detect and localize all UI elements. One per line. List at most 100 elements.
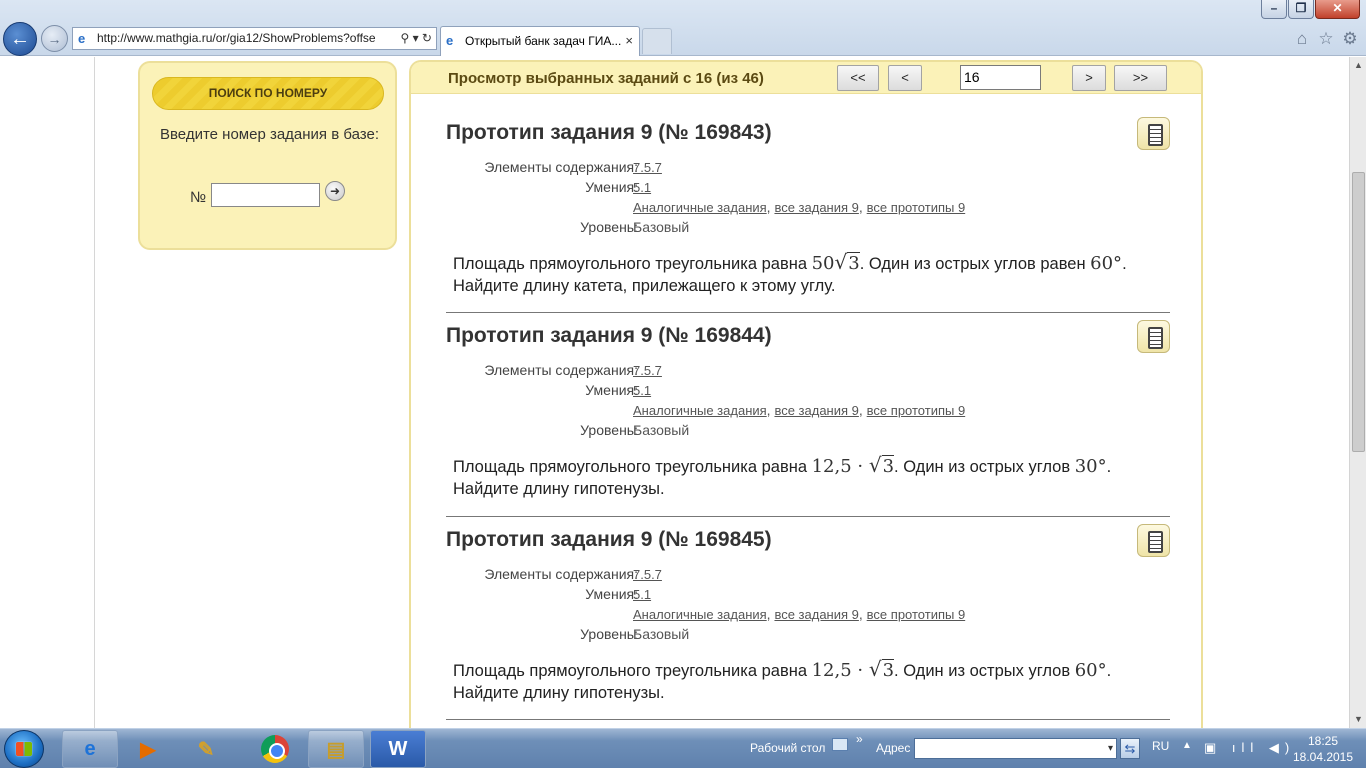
search-prompt: Введите номер задания в базе: [160, 126, 379, 143]
back-button[interactable]: ← [3, 22, 37, 56]
elements-label: Элементы содержания: [484, 362, 638, 378]
elements-link[interactable]: 7.5.7 [633, 363, 662, 378]
level-value: Базовый [633, 422, 690, 438]
minimize-button[interactable]: – [1261, 0, 1287, 19]
problems-panel: Просмотр выбранных заданий с 16 (из 46) … [409, 60, 1203, 728]
panel-header: Просмотр выбранных заданий с 16 (из 46) … [411, 62, 1201, 94]
panel-title: Просмотр выбранных заданий с 16 (из 46) [448, 70, 764, 87]
clock-date: 18.04.2015 [1292, 750, 1354, 764]
similar-tasks-link[interactable]: Аналогичные задания [633, 403, 767, 418]
math-value: 12,5 · [811, 660, 869, 681]
address-tools-icon[interactable]: ⚲ ▾ ↻ [400, 28, 432, 49]
all-tasks-link[interactable]: все задания 9 [774, 200, 858, 215]
taskbar-chrome-icon[interactable] [247, 730, 303, 768]
maximize-button[interactable]: ❐ [1288, 0, 1314, 19]
taskbar-media-player-icon[interactable]: ▶ [120, 730, 176, 768]
taskbar-word-icon[interactable]: W [370, 730, 426, 768]
all-prototypes-link[interactable]: все прототипы 9 [867, 403, 966, 418]
problem-meta: Элементы содержания: 7.5.7 Умения: 5.1 А… [484, 159, 966, 235]
sqrt-expression: √3 [868, 453, 895, 477]
all-tasks-link[interactable]: все задания 9 [774, 607, 858, 622]
problem-text-part: . Один из острых углов [894, 458, 1075, 476]
scroll-thumb[interactable] [1352, 172, 1365, 452]
vertical-scrollbar[interactable]: ▲ ▼ [1349, 57, 1366, 728]
new-tab-button[interactable] [642, 28, 672, 54]
all-prototypes-link[interactable]: все прототипы 9 [867, 607, 966, 622]
problem-title: Прототип задания 9 (№ 169844) [446, 324, 772, 347]
address-url[interactable]: http://www.mathgia.ru/or/gia12/ShowProbl… [97, 31, 376, 45]
level-label: Уровень: [580, 422, 638, 438]
taskbar-ie-icon[interactable]: e [62, 730, 118, 768]
gear-icon[interactable]: ⚙ [1340, 29, 1360, 49]
level-label: Уровень: [580, 219, 638, 235]
taskbar: e ▶ ✎ ▤ W Рабочий стол » Адрес ▾ ⇆ RU ▲ … [0, 728, 1366, 768]
problem-title: Прототип задания 9 (№ 169845) [446, 528, 772, 551]
elements-link[interactable]: 7.5.7 [633, 160, 662, 175]
sqrt-expression: √3 [868, 657, 895, 681]
favorites-star-icon[interactable]: ☆ [1316, 29, 1336, 49]
home-icon[interactable]: ⌂ [1292, 29, 1312, 49]
problem-text-part: Площадь прямоугольного треугольника равн… [453, 255, 812, 273]
address-toolbar-label: Адрес [876, 741, 911, 755]
similar-tasks-link[interactable]: Аналогичные задания [633, 607, 767, 622]
page-number-input[interactable]: 16 [960, 65, 1041, 90]
search-by-number-box: ПОИСК ПО НОМЕРУ Введите номер задания в … [138, 61, 397, 250]
problem-separator [446, 516, 1170, 517]
notebook-icon[interactable] [1137, 524, 1170, 557]
address-bar[interactable]: e http://www.mathgia.ru/or/gia12/ShowPro… [72, 27, 437, 50]
level-label: Уровень: [580, 626, 638, 642]
problem-text-part: Площадь прямоугольного треугольника равн… [453, 662, 812, 680]
problem-separator [446, 312, 1170, 313]
notebook-icon[interactable] [1137, 117, 1170, 150]
web-page: ПОИСК ПО НОМЕРУ Введите номер задания в … [0, 57, 1349, 728]
elements-link[interactable]: 7.5.7 [633, 567, 662, 582]
prev-page-button[interactable]: < [888, 65, 922, 91]
dropdown-arrow-icon[interactable]: ▾ [1108, 739, 1113, 758]
math-angle: 60° [1074, 660, 1107, 681]
math-angle: 30° [1074, 456, 1107, 477]
go-arrow-icon[interactable]: ➜ [325, 181, 345, 201]
toolbar-chevron-icon[interactable]: » [856, 732, 863, 746]
elements-label: Элементы содержания: [484, 566, 638, 582]
tab-title: Открытый банк задач ГИА... [465, 34, 622, 48]
desktop-icon[interactable] [832, 738, 848, 751]
desktop-toolbar-label[interactable]: Рабочий стол [750, 741, 825, 755]
math-value: 50 [811, 253, 835, 274]
taskbar-explorer-icon[interactable]: ▤ [308, 730, 364, 768]
similar-tasks-link[interactable]: Аналогичные задания [633, 200, 767, 215]
clock[interactable]: 18:25 18.04.2015 [1290, 733, 1356, 765]
taskbar-paint-icon[interactable]: ✎ [178, 730, 234, 768]
scroll-up-icon[interactable]: ▲ [1350, 57, 1366, 74]
notebook-icon[interactable] [1137, 320, 1170, 353]
skills-label: Умения: [585, 179, 638, 195]
all-prototypes-link[interactable]: все прототипы 9 [867, 200, 966, 215]
start-button[interactable] [4, 730, 44, 768]
tab-favicon-icon: e [446, 33, 454, 48]
last-page-button[interactable]: >> [1114, 65, 1167, 91]
sqrt-expression: √3 [834, 250, 860, 274]
taskbar-go-icon[interactable]: ⇆ [1120, 738, 1140, 759]
problem-text-part: Площадь прямоугольного треугольника равн… [453, 458, 812, 476]
tab-close-icon[interactable]: × [625, 27, 633, 55]
language-indicator[interactable]: RU [1152, 739, 1169, 753]
problem-meta: Элементы содержания: 7.5.7 Умения: 5.1 А… [484, 566, 966, 642]
forward-button[interactable]: → [41, 25, 68, 52]
tray-icons[interactable]: ▣ ıll ◀) [1204, 740, 1295, 756]
problem-meta: Элементы содержания: 7.5.7 Умения: 5.1 А… [484, 362, 966, 438]
skills-link[interactable]: 5.1 [633, 383, 651, 398]
clock-time: 18:25 [1307, 734, 1339, 748]
tab-active[interactable]: e Открытый банк задач ГИА... × [440, 26, 640, 56]
scroll-down-icon[interactable]: ▼ [1350, 711, 1366, 728]
next-page-button[interactable]: > [1072, 65, 1106, 91]
problem-number-input[interactable] [211, 183, 320, 207]
problem-text: Площадь прямоугольного треугольника равн… [453, 251, 1163, 297]
tray-expand-icon[interactable]: ▲ [1182, 740, 1192, 751]
close-window-button[interactable]: ✕ [1315, 0, 1360, 19]
all-tasks-link[interactable]: все задания 9 [774, 403, 858, 418]
problem-title: Прототип задания 9 (№ 169843) [446, 121, 772, 144]
skills-link[interactable]: 5.1 [633, 180, 651, 195]
first-page-button[interactable]: << [837, 65, 879, 91]
taskbar-address-input[interactable]: ▾ [914, 738, 1117, 759]
skills-label: Умения: [585, 586, 638, 602]
skills-link[interactable]: 5.1 [633, 587, 651, 602]
